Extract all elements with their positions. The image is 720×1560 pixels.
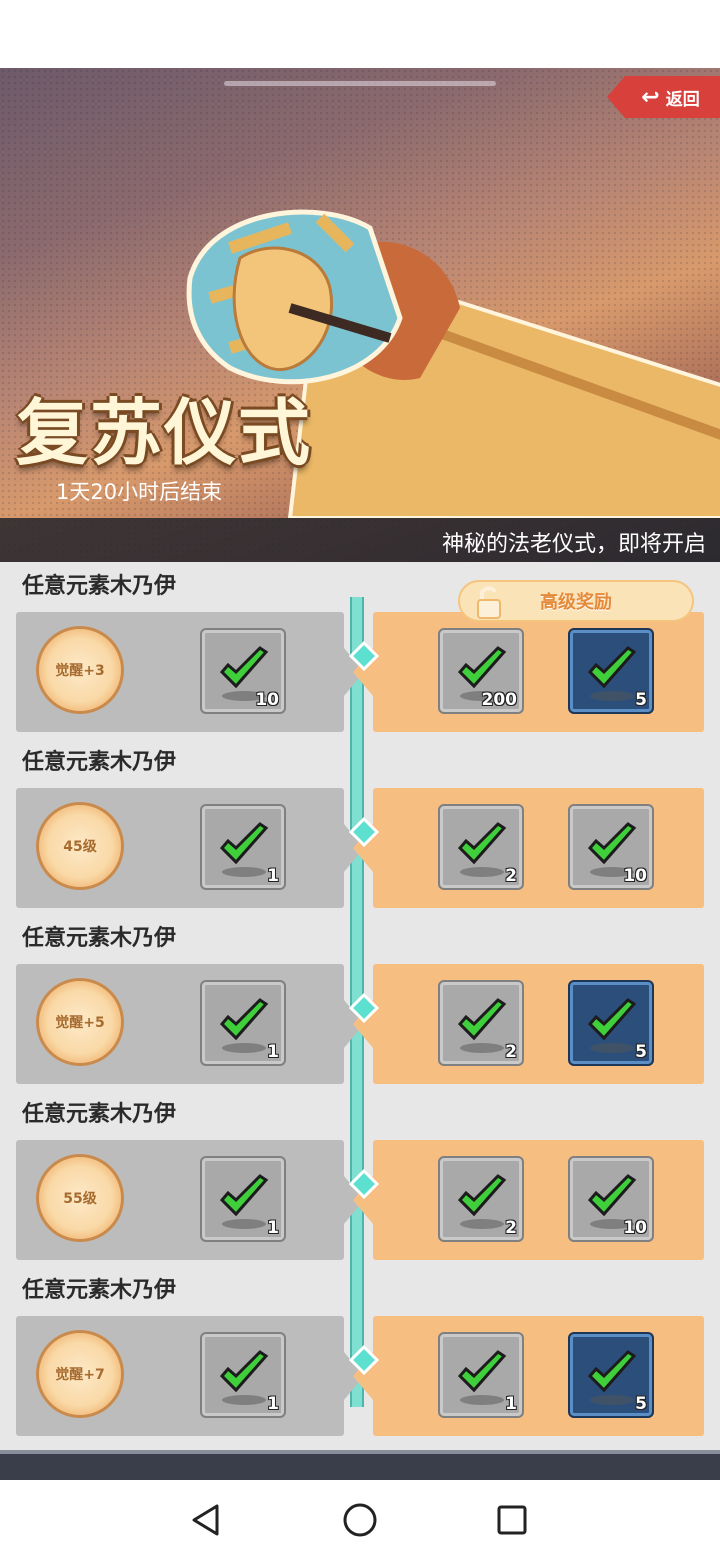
item-count: 200 [481, 690, 518, 710]
item-count: 1 [505, 1394, 517, 1414]
unlocked-padlock-icon [477, 586, 501, 619]
timeline-node-icon [349, 641, 379, 671]
premium-reward-panel [353, 788, 704, 908]
recents-square-icon[interactable] [490, 1498, 534, 1542]
event-banner: ↩ 返回 复苏仪式 1天20小时后结束 神秘的法老仪式，即将开启 [0, 68, 720, 562]
milestone-label: 觉醒+3 [55, 663, 105, 679]
premium-reward-item[interactable]: 200 [438, 628, 524, 714]
task-row: 任意元素木乃伊 55级 1 2 10 [16, 1092, 704, 1268]
footer-bar [0, 1450, 720, 1480]
milestone-label: 觉醒+7 [55, 1367, 105, 1383]
milestone-label: 55级 [63, 1191, 97, 1207]
milestone-label: 45级 [63, 839, 97, 855]
return-arrow-icon: ↩ [641, 84, 660, 110]
free-reward-item[interactable]: 1 [200, 1156, 286, 1242]
item-count: 2 [505, 866, 517, 886]
milestone-medal: 觉醒+5 [36, 978, 124, 1066]
milestone-label: 觉醒+5 [55, 1015, 105, 1031]
task-title: 任意元素木乃伊 [22, 574, 177, 599]
subtitle-strip: 神秘的法老仪式，即将开启 [0, 518, 720, 562]
premium-reward-item[interactable]: 1 [438, 1332, 524, 1418]
milestone-medal: 55级 [36, 1154, 124, 1242]
premium-reward-item[interactable]: 2 [438, 804, 524, 890]
back-button-label: 返回 [665, 89, 700, 110]
premium-reward-item[interactable]: 10 [568, 804, 654, 890]
premium-reward-panel [353, 612, 704, 732]
premium-reward-item[interactable]: 2 [438, 1156, 524, 1242]
back-button[interactable]: ↩ 返回 [607, 76, 720, 118]
premium-reward-panel [353, 1140, 704, 1260]
item-count: 5 [635, 1394, 647, 1414]
screen: ↩ 返回 复苏仪式 1天20小时后结束 神秘的法老仪式，即将开启 任意元素木乃伊… [0, 0, 720, 1560]
timeline-node-icon [349, 993, 379, 1023]
item-count: 10 [623, 1218, 647, 1238]
milestone-medal: 觉醒+3 [36, 626, 124, 714]
back-triangle-icon[interactable] [184, 1498, 228, 1542]
item-count: 2 [505, 1042, 517, 1062]
event-title: 复苏仪式 [16, 390, 313, 475]
premium-reward-item[interactable]: 5 [568, 980, 654, 1066]
drag-handle[interactable] [224, 81, 496, 86]
task-row: 任意元素木乃伊 45级 1 2 10 [16, 740, 704, 916]
timeline-node-icon [349, 1345, 379, 1375]
free-reward-item[interactable]: 1 [200, 1332, 286, 1418]
task-title: 任意元素木乃伊 [22, 926, 177, 951]
item-count: 1 [267, 1218, 279, 1238]
free-reward-item[interactable]: 1 [200, 980, 286, 1066]
timeline-node-icon [349, 817, 379, 847]
task-title: 任意元素木乃伊 [22, 750, 177, 775]
premium-reward-item[interactable]: 2 [438, 980, 524, 1066]
premium-reward-item[interactable]: 10 [568, 1156, 654, 1242]
timeline-node-icon [349, 1169, 379, 1199]
premium-reward-panel [353, 1316, 704, 1436]
premium-reward-badge[interactable]: 高级奖励 [458, 580, 694, 622]
system-nav-bar [0, 1480, 720, 1560]
item-count: 10 [255, 690, 279, 710]
item-count: 10 [623, 866, 647, 886]
task-row: 任意元素木乃伊 觉醒+5 1 2 5 [16, 916, 704, 1092]
premium-reward-panel [353, 964, 704, 1084]
item-count: 1 [267, 866, 279, 886]
item-count: 5 [635, 1042, 647, 1062]
task-row: 任意元素木乃伊 觉醒+7 1 1 5 [16, 1268, 704, 1444]
task-title: 任意元素木乃伊 [22, 1278, 177, 1303]
item-count: 1 [267, 1042, 279, 1062]
event-subtitle: 神秘的法老仪式，即将开启 [441, 532, 706, 557]
premium-reward-label: 高级奖励 [540, 592, 612, 613]
premium-reward-item[interactable]: 5 [568, 1332, 654, 1418]
home-circle-icon[interactable] [338, 1498, 382, 1542]
reward-list[interactable]: 任意元素木乃伊 觉醒+3 10 200 5 任意元素木乃伊 45级 1 2 10… [0, 562, 720, 1450]
item-count: 1 [267, 1394, 279, 1414]
milestone-medal: 觉醒+7 [36, 1330, 124, 1418]
milestone-medal: 45级 [36, 802, 124, 890]
status-bar [0, 0, 720, 68]
free-reward-item[interactable]: 10 [200, 628, 286, 714]
item-count: 2 [505, 1218, 517, 1238]
task-title: 任意元素木乃伊 [22, 1102, 177, 1127]
item-count: 5 [635, 690, 647, 710]
premium-reward-item[interactable]: 5 [568, 628, 654, 714]
free-reward-item[interactable]: 1 [200, 804, 286, 890]
countdown-text: 1天20小时后结束 [56, 480, 223, 504]
